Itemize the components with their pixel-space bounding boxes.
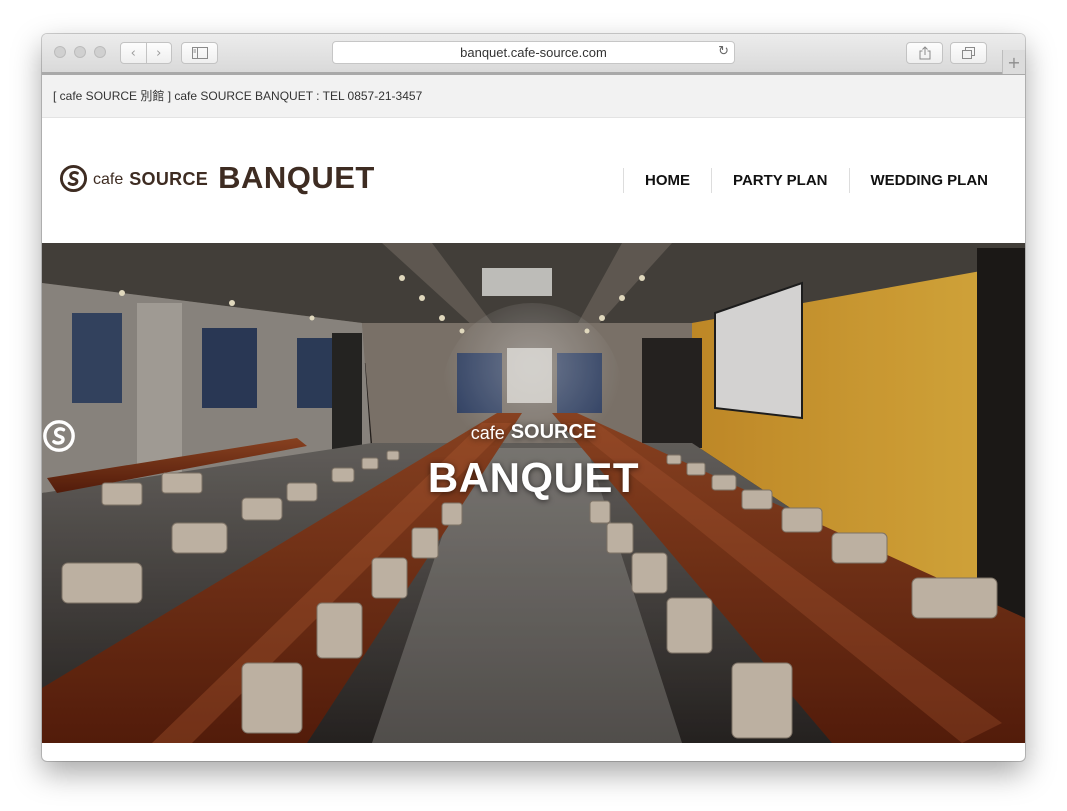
sidebar-icon: [191, 47, 208, 59]
site-header: cafe SOURCE BANQUET HOME PARTY PLAN WEDD…: [42, 118, 1025, 243]
share-button[interactable]: [906, 42, 943, 64]
minimize-window-button[interactable]: [74, 46, 86, 58]
new-tab-button[interactable]: +: [1002, 50, 1025, 74]
plus-icon: +: [1007, 52, 1021, 72]
nav-party-plan[interactable]: PARTY PLAN: [711, 168, 848, 193]
history-nav: ‹ ›: [120, 42, 172, 64]
hero-logo: cafe SOURCE BANQUET: [42, 419, 1025, 502]
hero-cafe-text: cafe: [470, 422, 505, 443]
global-nav: HOME PARTY PLAN WEDDING PLAN: [623, 168, 1009, 193]
forward-button[interactable]: ›: [145, 43, 172, 63]
logo-banquet-text: BANQUET: [218, 160, 375, 195]
logo-source-text: SOURCE: [129, 168, 209, 189]
browser-toolbar: ‹ › banquet.cafe-source.com ↻: [42, 34, 1025, 74]
info-bar: [ cafe SOURCE 別館 ] cafe SOURCE BANQUET :…: [42, 75, 1025, 118]
nav-wedding-plan[interactable]: WEDDING PLAN: [848, 168, 1010, 193]
back-button[interactable]: ‹: [121, 43, 146, 63]
site-logo[interactable]: cafe SOURCE BANQUET: [59, 160, 375, 195]
url-text: banquet.cafe-source.com: [460, 45, 607, 60]
info-bar-text: [ cafe SOURCE 別館 ] cafe SOURCE BANQUET :…: [53, 89, 423, 103]
tabs-icon: [962, 47, 975, 59]
source-logo-icon: [59, 164, 88, 192]
source-logo-icon: [43, 420, 75, 452]
address-bar[interactable]: banquet.cafe-source.com ↻: [332, 41, 735, 64]
close-window-button[interactable]: [54, 46, 66, 58]
nav-home[interactable]: HOME: [623, 168, 711, 193]
hero-banquet-text: BANQUET: [427, 454, 640, 501]
browser-window: ‹ › banquet.cafe-source.com ↻ + [cafe S…: [42, 34, 1025, 761]
chevron-right-icon: ›: [156, 45, 162, 61]
zoom-window-button[interactable]: [94, 46, 106, 58]
hero-source-text: SOURCE: [510, 421, 597, 443]
share-icon: [919, 46, 930, 60]
chevron-left-icon: ‹: [130, 45, 136, 61]
logo-cafe-text: cafe: [93, 170, 124, 188]
hero-banner: cafe SOURCE BANQUET: [42, 243, 1025, 743]
reload-icon[interactable]: ↻: [718, 44, 729, 59]
tabs-overview-button[interactable]: [950, 42, 987, 64]
sidebar-button[interactable]: [181, 42, 218, 64]
